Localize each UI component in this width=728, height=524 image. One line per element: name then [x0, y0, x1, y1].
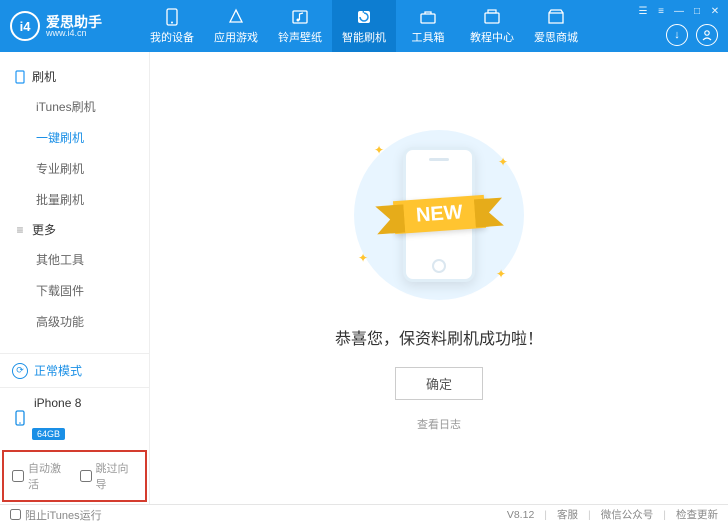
- nav-label: 应用游戏: [214, 29, 258, 45]
- success-illustration: ✦ ✦ ✦ ✦ NEW: [334, 125, 544, 305]
- logo-icon: i4: [10, 11, 40, 41]
- nav-flash[interactable]: 智能刷机: [332, 0, 396, 52]
- sidebar-item-download-firmware[interactable]: 下载固件: [0, 275, 149, 306]
- flash-icon: [355, 8, 373, 26]
- checkbox-label: 阻止iTunes运行: [25, 507, 102, 523]
- logo[interactable]: i4 爱思助手 www.i4.cn: [0, 11, 140, 41]
- download-icon[interactable]: ↓: [666, 24, 688, 46]
- sidebar-group-flash[interactable]: 刷机: [0, 62, 149, 91]
- wechat-link[interactable]: 微信公众号: [601, 507, 654, 522]
- status-bar: 阻止iTunes运行 V8.12 | 客服 | 微信公众号 | 检查更新: [0, 504, 728, 524]
- nav-apps[interactable]: 应用游戏: [204, 0, 268, 52]
- app-header: i4 爱思助手 www.i4.cn 我的设备 应用游戏 铃声壁纸 智能刷机 工具…: [0, 0, 728, 52]
- main-content: ✦ ✦ ✦ ✦ NEW 恭喜您，保资料刷机成功啦！ 确定 查看日志: [150, 52, 728, 504]
- sidebar-item-itunes-flash[interactable]: iTunes刷机: [0, 91, 149, 122]
- window-controls: ☰ ≡ — □ ✕: [636, 4, 722, 18]
- nav-label: 爱思商城: [534, 29, 578, 45]
- version-label: V8.12: [507, 509, 534, 521]
- maximize-icon[interactable]: □: [690, 4, 704, 18]
- device-name: iPhone 8: [34, 396, 81, 410]
- nav-toolbox[interactable]: 工具箱: [396, 0, 460, 52]
- skip-guide-checkbox[interactable]: 跳过向导: [80, 460, 138, 492]
- checkbox-label: 跳过向导: [96, 460, 138, 492]
- connected-device[interactable]: iPhone 8 64GB: [0, 387, 149, 448]
- nav-tutorials[interactable]: 教程中心: [460, 0, 524, 52]
- toolbox-icon: [419, 8, 437, 26]
- iphone-icon: [12, 410, 28, 426]
- top-nav: 我的设备 应用游戏 铃声壁纸 智能刷机 工具箱 教程中心 爱思商城: [140, 0, 588, 52]
- device-capacity-badge: 64GB: [32, 428, 65, 440]
- sidebar-item-other-tools[interactable]: 其他工具: [0, 244, 149, 275]
- device-mode-status[interactable]: ⟳ 正常模式: [0, 353, 149, 387]
- sparkle-icon: ✦: [496, 267, 506, 281]
- book-icon: [483, 8, 501, 26]
- sparkle-icon: ✦: [374, 143, 384, 157]
- block-itunes-checkbox[interactable]: 阻止iTunes运行: [10, 507, 102, 523]
- sparkle-icon: ✦: [358, 251, 368, 265]
- nav-label: 我的设备: [150, 29, 194, 45]
- checkbox-label: 自动激活: [28, 460, 70, 492]
- checkbox-input[interactable]: [10, 509, 21, 520]
- minimize-icon[interactable]: —: [672, 4, 686, 18]
- new-ribbon: NEW: [393, 195, 486, 234]
- app-url: www.i4.cn: [46, 29, 102, 38]
- more-icon: ≡: [14, 224, 26, 236]
- support-link[interactable]: 客服: [557, 507, 578, 522]
- checkbox-input[interactable]: [12, 470, 24, 482]
- sidebar: 刷机 iTunes刷机 一键刷机 专业刷机 批量刷机 ≡ 更多 其他工具 下载固…: [0, 52, 150, 504]
- nav-shop[interactable]: 爱思商城: [524, 0, 588, 52]
- close-icon[interactable]: ✕: [708, 4, 722, 18]
- apps-icon: [227, 8, 245, 26]
- group-title: 刷机: [32, 68, 56, 85]
- nav-label: 工具箱: [412, 29, 445, 45]
- success-message: 恭喜您，保资料刷机成功啦！: [335, 325, 543, 349]
- device-icon: [14, 71, 26, 83]
- check-update-link[interactable]: 检查更新: [676, 507, 718, 522]
- sidebar-item-pro-flash[interactable]: 专业刷机: [0, 153, 149, 184]
- nav-my-device[interactable]: 我的设备: [140, 0, 204, 52]
- user-icon[interactable]: [696, 24, 718, 46]
- sidebar-item-advanced[interactable]: 高级功能: [0, 306, 149, 337]
- sidebar-group-more[interactable]: ≡ 更多: [0, 215, 149, 244]
- sparkle-icon: ✦: [498, 155, 508, 169]
- nav-label: 智能刷机: [342, 29, 386, 45]
- music-icon: [291, 8, 309, 26]
- phone-icon: [163, 8, 181, 26]
- ok-button[interactable]: 确定: [395, 367, 483, 400]
- flash-options-panel: 自动激活 跳过向导: [2, 450, 147, 502]
- auto-activate-checkbox[interactable]: 自动激活: [12, 460, 70, 492]
- nav-label: 教程中心: [470, 29, 514, 45]
- sidebar-item-batch-flash[interactable]: 批量刷机: [0, 184, 149, 215]
- view-log-link[interactable]: 查看日志: [417, 416, 461, 432]
- group-title: 更多: [32, 221, 56, 238]
- menu2-icon[interactable]: ≡: [654, 4, 668, 18]
- refresh-icon: ⟳: [12, 363, 28, 379]
- sidebar-item-oneclick-flash[interactable]: 一键刷机: [0, 122, 149, 153]
- status-label: 正常模式: [34, 362, 82, 379]
- menu1-icon[interactable]: ☰: [636, 4, 650, 18]
- header-actions: ↓: [666, 24, 718, 46]
- app-name: 爱思助手: [46, 15, 102, 29]
- nav-ringtones[interactable]: 铃声壁纸: [268, 0, 332, 52]
- checkbox-input[interactable]: [80, 470, 92, 482]
- nav-label: 铃声壁纸: [278, 29, 322, 45]
- shop-icon: [547, 8, 565, 26]
